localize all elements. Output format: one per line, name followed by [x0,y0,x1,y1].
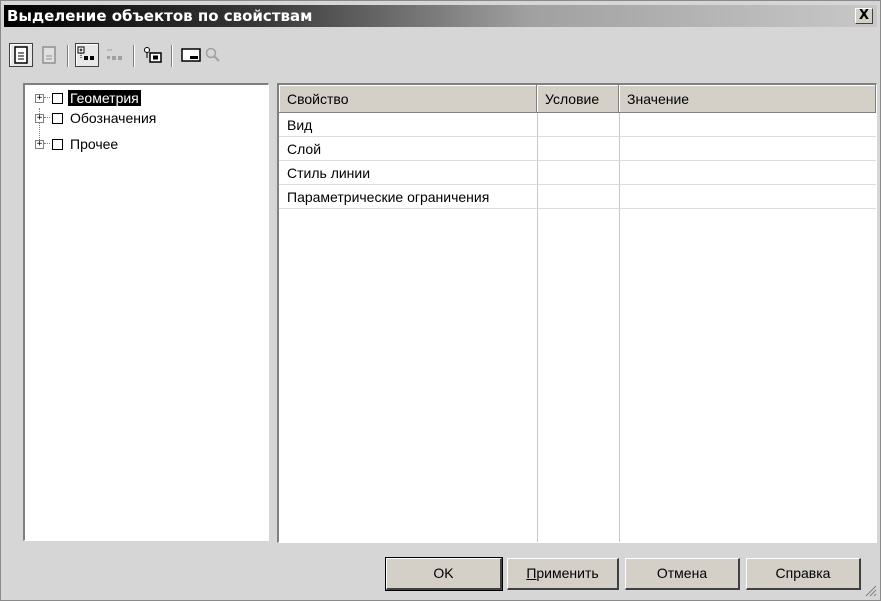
apply-label: рименить [536,565,599,581]
cell-value[interactable] [619,137,876,161]
checkbox[interactable] [52,112,63,124]
cell-property: Стиль линии [279,161,537,185]
cell-condition[interactable] [537,185,619,209]
object-tree[interactable]: + Геометрия + Обозначения + Прочее [23,83,269,541]
document-button[interactable] [9,43,33,67]
dialog-window: Выделение объектов по свойствам X + Геом… [0,0,881,601]
select-objects-button[interactable] [141,43,165,67]
tree-item-other[interactable]: + Прочее [35,135,120,153]
close-icon: X [858,8,870,23]
property-grid[interactable]: Свойство Условие Значение Вид Слой Стиль… [277,83,877,543]
tree-connector [44,97,50,99]
toolbar-separator [67,45,69,67]
column-header-property[interactable]: Свойство [279,85,537,113]
apply-button[interactable]: Применить [507,558,619,590]
tree-item-label: Обозначения [70,110,157,126]
object-select-icon [144,47,162,63]
document-icon [14,46,28,64]
help-button[interactable]: Справка [746,558,861,590]
tree-item-geometry[interactable]: + Геометрия [35,89,142,107]
cell-property: Вид [279,113,537,137]
cell-condition[interactable] [537,113,619,137]
expand-tree-button[interactable] [75,43,99,67]
tree-connector [44,117,50,119]
toolbar-separator [171,45,173,67]
apply-mnemonic: П [526,565,537,581]
expand-icon[interactable]: + [35,139,44,149]
document-disabled-icon [42,46,56,64]
expand-icon[interactable]: + [35,93,44,103]
collapse-tree-button[interactable] [103,43,127,67]
cell-value[interactable] [619,161,876,185]
tree-connector [44,143,50,145]
cell-property: Слой [279,137,537,161]
magnifier-icon [205,47,220,62]
window-icon [181,48,201,62]
cell-condition[interactable] [537,161,619,185]
window-title: Выделение объектов по свойствам [7,7,313,25]
checkbox[interactable] [52,92,63,104]
checkbox[interactable] [52,138,63,150]
toolbar-separator [133,45,135,67]
column-header-condition[interactable]: Условие [537,85,619,113]
cell-value[interactable] [619,113,876,137]
toolbar [9,43,309,73]
tree-expand-icon [77,46,94,60]
document-alt-button[interactable] [37,43,61,67]
cell-property: Параметрические ограничения [279,185,537,209]
search-button[interactable] [201,43,225,67]
column-header-value[interactable]: Значение [619,85,876,113]
cancel-button[interactable]: Отмена [625,558,740,590]
ok-button[interactable]: OK [385,557,503,591]
tree-item-designations[interactable]: + Обозначения [35,109,158,127]
cell-value[interactable] [619,185,876,209]
close-button[interactable]: X [855,8,873,24]
cell-condition[interactable] [537,137,619,161]
window-button[interactable] [179,43,203,67]
tree-item-label: Геометрия [67,89,142,107]
tree-collapse-icon [107,49,122,60]
resize-grip-icon[interactable] [865,585,877,597]
tree-item-label: Прочее [70,136,119,152]
title-bar[interactable]: Выделение объектов по свойствам X [4,5,877,27]
expand-icon[interactable]: + [35,113,44,123]
